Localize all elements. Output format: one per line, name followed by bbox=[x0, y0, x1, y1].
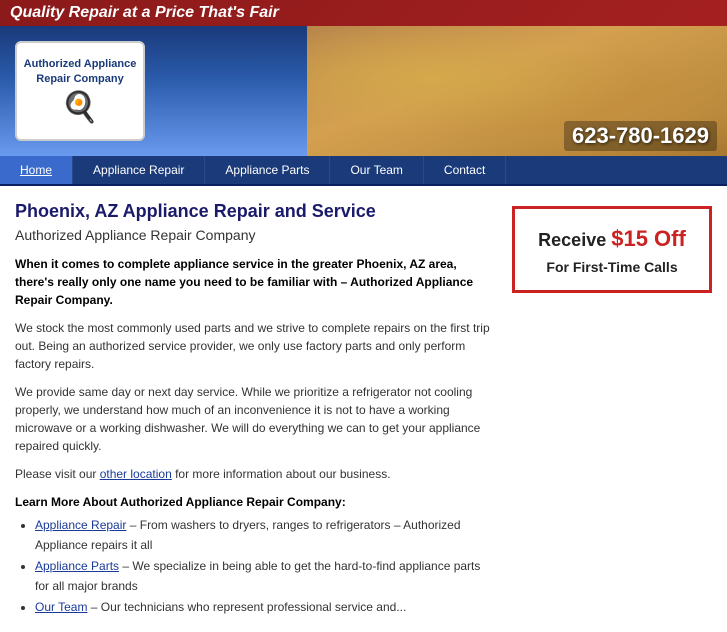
promo-box: Receive $15 Off For First-Time Calls bbox=[512, 206, 712, 293]
promo-amount: $15 Off bbox=[611, 226, 686, 251]
promo-text: Receive $15 Off bbox=[530, 224, 694, 255]
list-item: Appliance Repair – From washers to dryer… bbox=[35, 515, 497, 556]
phone-number: 623-780-1629 bbox=[564, 121, 717, 151]
nav-our-team[interactable]: Our Team bbox=[330, 156, 423, 184]
para3: Please visit our other location for more… bbox=[15, 465, 497, 483]
other-location-link[interactable]: other location bbox=[100, 467, 172, 481]
learn-more-title: Learn More About Authorized Appliance Re… bbox=[15, 495, 497, 509]
nav-appliance-parts[interactable]: Appliance Parts bbox=[205, 156, 330, 184]
top-banner: Quality Repair at a Price That's Fair bbox=[0, 0, 727, 26]
logo-box: Authorized Appliance Repair Company 🍳 bbox=[15, 41, 145, 141]
our-team-link[interactable]: Our Team bbox=[35, 600, 87, 614]
appliance-icon: 🍳 bbox=[61, 90, 98, 125]
appliance-repair-link[interactable]: Appliance Repair bbox=[35, 518, 126, 532]
header-area: Authorized Appliance Repair Company 🍳 62… bbox=[0, 26, 727, 156]
para2: We provide same day or next day service.… bbox=[15, 383, 497, 455]
logo-text: Authorized Appliance Repair Company bbox=[24, 57, 137, 86]
nav-home[interactable]: Home bbox=[0, 156, 73, 184]
intro-paragraph: When it comes to complete appliance serv… bbox=[15, 255, 497, 309]
nav-contact[interactable]: Contact bbox=[424, 156, 506, 184]
main-content: Phoenix, AZ Appliance Repair and Service… bbox=[0, 186, 727, 632]
promo-subtext: For First-Time Calls bbox=[530, 259, 694, 275]
header-right: 623-780-1629 bbox=[160, 26, 727, 156]
banner-title: Quality Repair at a Price That's Fair bbox=[10, 4, 279, 21]
para1: We stock the most commonly used parts an… bbox=[15, 319, 497, 373]
company-subheading: Authorized Appliance Repair Company bbox=[15, 227, 497, 243]
page-title: Phoenix, AZ Appliance Repair and Service bbox=[15, 201, 497, 222]
content-right: Receive $15 Off For First-Time Calls bbox=[512, 201, 712, 617]
content-left: Phoenix, AZ Appliance Repair and Service… bbox=[15, 201, 497, 617]
nav-appliance-repair[interactable]: Appliance Repair bbox=[73, 156, 205, 184]
bullet-list: Appliance Repair – From washers to dryer… bbox=[35, 515, 497, 617]
nav-bar: Home Appliance Repair Appliance Parts Ou… bbox=[0, 156, 727, 186]
list-item: Our Team – Our technicians who represent… bbox=[35, 597, 497, 617]
appliance-parts-link[interactable]: Appliance Parts bbox=[35, 559, 119, 573]
list-item: Appliance Parts – We specialize in being… bbox=[35, 556, 497, 597]
